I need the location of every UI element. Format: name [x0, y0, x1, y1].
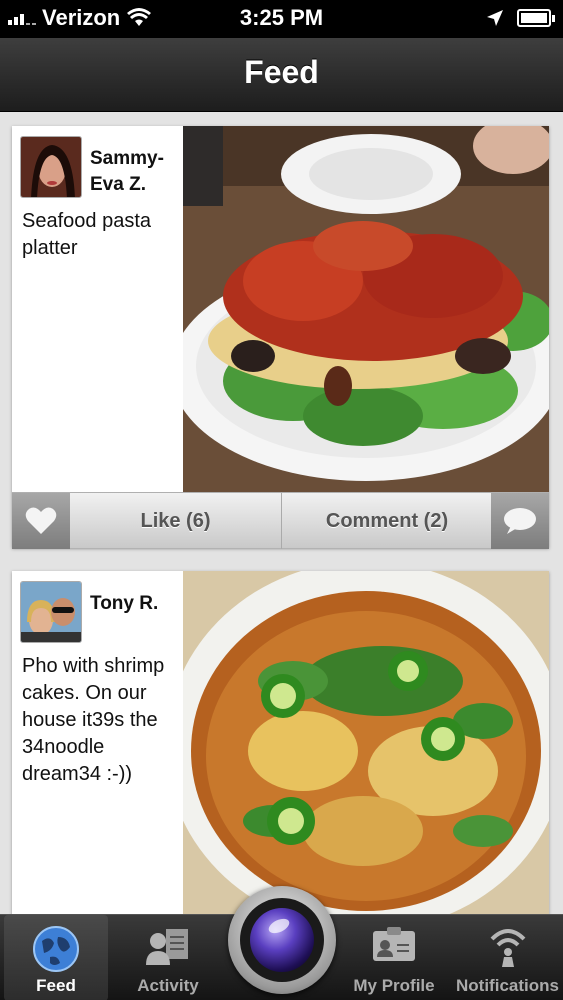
status-bar: Verizon 3:25 PM — [0, 0, 563, 38]
heart-icon — [25, 507, 57, 534]
status-right — [485, 8, 555, 28]
post-username[interactable]: Tony R. — [90, 591, 180, 617]
post-username[interactable]: Sammy-Eva Z. — [90, 146, 180, 198]
profile-card-icon — [373, 927, 415, 961]
tab-feed[interactable]: Feed — [4, 915, 108, 1000]
post-caption: Pho with shrimp cakes. On our house it39… — [22, 655, 165, 785]
nav-bar: Feed — [0, 38, 563, 112]
like-heart-button[interactable] — [12, 493, 70, 549]
notifications-icon — [490, 929, 525, 967]
location-arrow-icon — [487, 10, 503, 26]
tab-activity[interactable]: Activity — [112, 915, 224, 1000]
status-time: 3:25 PM — [239, 5, 324, 30]
tab-my-profile-label: My Profile — [353, 976, 435, 995]
post-info: Sammy-Eva Z. Seafood pasta platter — [12, 126, 183, 548]
activity-icon — [146, 929, 188, 965]
tab-activity-label: Activity — [137, 976, 199, 995]
post-info: Tony R. Pho with shrimp cakes. On our ho… — [12, 571, 183, 916]
tab-feed-label: Feed — [36, 976, 76, 995]
post-photo[interactable] — [183, 126, 549, 492]
tab-notifications[interactable]: Notifications — [452, 915, 563, 1000]
page-title: Feed — [244, 54, 319, 90]
avatar[interactable] — [20, 136, 82, 198]
avatar[interactable] — [20, 581, 82, 643]
post-card: Sammy-Eva Z. Seafood pasta platter Like … — [12, 126, 549, 549]
globe-icon — [33, 926, 79, 972]
comment-button[interactable]: Comment (2) — [283, 493, 491, 549]
comment-bubble-button[interactable] — [491, 493, 549, 549]
like-button[interactable]: Like (6) — [70, 493, 282, 549]
post-card: Tony R. Pho with shrimp cakes. On our ho… — [12, 571, 549, 916]
post-action-bar: Like (6) Comment (2) — [12, 492, 549, 549]
battery-charging-icon — [517, 9, 555, 27]
post-caption: Seafood pasta platter — [22, 210, 151, 259]
tab-my-profile[interactable]: My Profile — [340, 915, 448, 1000]
tab-notifications-label: Notifications — [456, 976, 559, 995]
post-photo[interactable] — [183, 571, 549, 916]
speech-bubble-icon — [504, 508, 536, 534]
camera-button[interactable] — [228, 886, 336, 994]
